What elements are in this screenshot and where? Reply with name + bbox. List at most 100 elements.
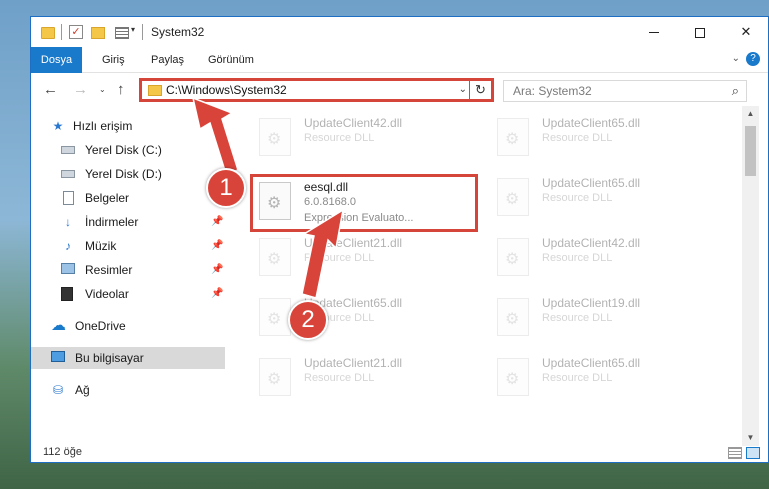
- sidebar-item-this-pc[interactable]: Bu bilgisayar: [31, 347, 225, 369]
- minimize-icon: [649, 32, 659, 34]
- sidebar-item-local-disk-d[interactable]: Yerel Disk (D:): [31, 163, 225, 185]
- search-icon[interactable]: ⌕: [732, 83, 739, 99]
- network-icon: ⛁: [52, 383, 64, 397]
- navigation-pane: ★ Hızlı erişim Yerel Disk (C:) Yerel Dis…: [31, 115, 227, 435]
- scroll-up-icon[interactable]: ▲: [742, 106, 759, 122]
- recent-locations-icon[interactable]: ⌄: [99, 85, 106, 94]
- step-1-badge: 1: [206, 168, 246, 208]
- divider: [61, 24, 62, 40]
- status-bar: 112 öğe: [31, 442, 768, 464]
- file-item[interactable]: UpdateClient21.dll Resource DLL: [253, 354, 483, 404]
- file-description: Resource DLL: [542, 372, 613, 384]
- file-description: Resource DLL: [542, 312, 613, 324]
- close-button[interactable]: ✕: [723, 17, 769, 47]
- file-name: UpdateClient65.dll: [542, 356, 641, 370]
- pictures-icon: [61, 263, 75, 274]
- file-description: Resource DLL: [304, 252, 375, 264]
- pin-icon[interactable]: 📌: [211, 259, 223, 281]
- large-icons-view-icon[interactable]: [746, 447, 760, 459]
- sidebar-item-label: Müzik: [85, 239, 117, 253]
- window-title: System32: [151, 25, 205, 39]
- sidebar-item-label: Resimler: [85, 263, 133, 277]
- pin-icon[interactable]: 📌: [211, 283, 223, 305]
- navigation-bar: ← → ⌄ ↑ C:\Windows\System32 ⌄ ↻ Ara: Sys…: [31, 74, 768, 106]
- documents-icon: [63, 191, 74, 205]
- file-item[interactable]: UpdateClient42.dll Resource DLL: [253, 114, 483, 164]
- properties-icon[interactable]: [115, 27, 129, 39]
- dll-file-icon: [497, 238, 529, 276]
- sidebar-item-onedrive[interactable]: ☁ OneDrive: [31, 315, 225, 337]
- file-name: eesql.dll: [304, 180, 349, 194]
- sidebar-item-videos[interactable]: Videolar 📌: [31, 283, 225, 305]
- file-item[interactable]: UpdateClient65.dll Resource DLL: [491, 114, 721, 164]
- search-placeholder: Ara: System32: [513, 84, 592, 98]
- sidebar-item-pictures[interactable]: Resimler 📌: [31, 259, 225, 281]
- cloud-icon: ☁: [51, 317, 66, 334]
- dll-file-icon: [259, 182, 291, 220]
- expand-ribbon-icon[interactable]: ⌄: [732, 53, 740, 64]
- sidebar-item-downloads[interactable]: ↓ İndirmeler 📌: [31, 211, 225, 233]
- help-icon[interactable]: ?: [746, 52, 760, 66]
- dll-file-icon: [497, 358, 529, 396]
- computer-icon: [51, 351, 65, 362]
- title-bar: ✓ ▾ System32 ✕: [31, 17, 768, 47]
- sidebar-item-local-disk-c[interactable]: Yerel Disk (C:): [31, 139, 225, 161]
- sidebar-item-documents[interactable]: Belgeler 📌: [31, 187, 225, 209]
- file-description: Resource DLL: [304, 372, 375, 384]
- minimize-button[interactable]: [631, 17, 677, 47]
- file-item[interactable]: UpdateClient65.dll Resource DLL: [491, 174, 721, 224]
- tab-paylas[interactable]: Paylaş: [141, 47, 194, 73]
- dll-file-icon: [259, 358, 291, 396]
- up-arrow-icon[interactable]: ↑: [117, 81, 125, 98]
- dll-file-icon: [259, 298, 291, 336]
- address-path[interactable]: C:\Windows\System32: [166, 83, 287, 97]
- file-version: 6.0.8168.0: [304, 196, 356, 208]
- vertical-scrollbar[interactable]: ▲ ▼: [742, 106, 759, 446]
- file-item[interactable]: UpdateClient65.dll Resource DLL: [491, 354, 721, 404]
- refresh-icon[interactable]: ↻: [469, 78, 491, 102]
- file-name: UpdateClient21.dll: [304, 236, 403, 250]
- file-item[interactable]: UpdateClient21.dll Resource DLL: [253, 234, 483, 284]
- address-bar[interactable]: C:\Windows\System32 ⌄ ↻: [139, 78, 494, 102]
- sidebar-item-label: OneDrive: [75, 319, 126, 333]
- details-view-icon[interactable]: [728, 447, 742, 459]
- close-icon: ✕: [740, 24, 752, 39]
- file-description: Resource DLL: [304, 132, 375, 144]
- maximize-icon: [695, 27, 705, 38]
- file-description: Resource DLL: [542, 132, 613, 144]
- maximize-button[interactable]: [677, 17, 723, 47]
- sidebar-item-network[interactable]: ⛁ Ağ: [31, 379, 225, 401]
- address-dropdown-icon[interactable]: ⌄: [459, 84, 467, 95]
- folder-icon[interactable]: [41, 27, 55, 39]
- scroll-thumb[interactable]: [745, 126, 756, 176]
- tab-gorunum[interactable]: Görünüm: [198, 47, 264, 73]
- file-item-eesql[interactable]: eesql.dll 6.0.8168.0 Expression Evaluato…: [253, 178, 483, 228]
- forward-arrow-icon[interactable]: →: [73, 81, 88, 98]
- sidebar-item-music[interactable]: ♪ Müzik 📌: [31, 235, 225, 257]
- music-icon: ♪: [65, 239, 71, 253]
- tab-giris[interactable]: Giriş: [92, 47, 135, 73]
- sidebar-item-label: Yerel Disk (D:): [85, 167, 162, 181]
- quick-access-dropdown-icon[interactable]: ▾: [131, 25, 135, 41]
- properties-check-icon[interactable]: ✓: [69, 25, 83, 39]
- pin-icon[interactable]: 📌: [211, 235, 223, 257]
- file-description: Resource DLL: [542, 252, 613, 264]
- sidebar-item-label: Hızlı erişim: [73, 119, 133, 133]
- new-folder-icon[interactable]: [91, 27, 105, 39]
- sidebar-item-quick-access[interactable]: ★ Hızlı erişim: [31, 115, 225, 137]
- search-input[interactable]: Ara: System32 ⌕: [503, 80, 747, 102]
- file-item[interactable]: UpdateClient42.dll Resource DLL: [491, 234, 721, 284]
- star-icon: ★: [52, 119, 64, 133]
- videos-icon: [61, 287, 73, 301]
- dll-file-icon: [497, 178, 529, 216]
- tab-dosya[interactable]: Dosya: [31, 47, 82, 73]
- sidebar-item-label: Yerel Disk (C:): [85, 143, 162, 157]
- divider: [142, 24, 143, 40]
- dll-file-icon: [259, 118, 291, 156]
- file-name: UpdateClient42.dll: [542, 236, 641, 250]
- back-arrow-icon[interactable]: ←: [43, 81, 58, 98]
- pin-icon[interactable]: 📌: [211, 211, 223, 233]
- file-name: UpdateClient19.dll: [542, 296, 641, 310]
- file-item[interactable]: UpdateClient19.dll Resource DLL: [491, 294, 721, 344]
- download-icon: ↓: [65, 215, 71, 229]
